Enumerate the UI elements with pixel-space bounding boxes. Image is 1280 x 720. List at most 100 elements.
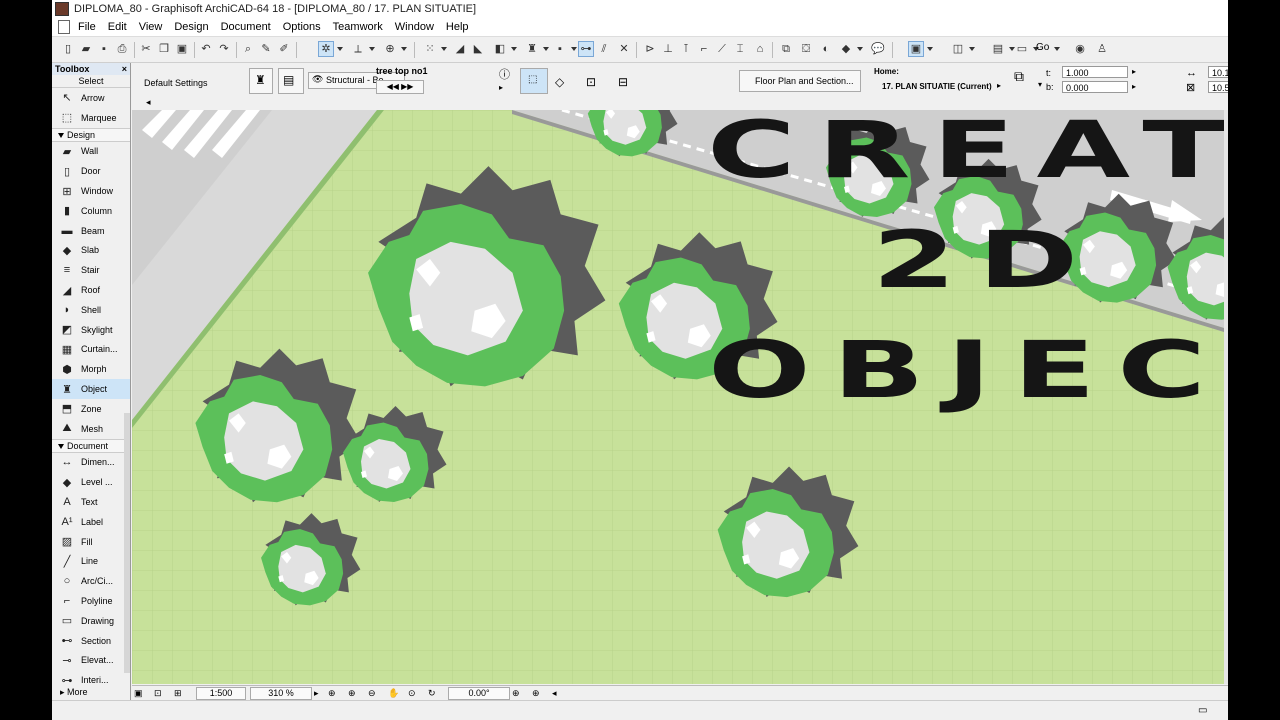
menu-edit[interactable]: Edit [102, 21, 133, 33]
dimension-marker-icon[interactable]: ⫽ [596, 41, 612, 57]
top-elevation-field[interactable]: 1.000 [1062, 66, 1128, 78]
walk-icon[interactable]: ♙ [1094, 41, 1110, 57]
redo-icon[interactable]: ↷ [216, 41, 232, 57]
print-icon[interactable]: ⎙ [114, 41, 130, 57]
zoom-fit-icon[interactable]: ⊕ [328, 687, 336, 699]
menu-file[interactable]: File [72, 21, 102, 33]
render-icon[interactable]: ◆ [838, 41, 854, 57]
menu-teamwork[interactable]: Teamwork [327, 21, 389, 33]
eyedropper-icon[interactable]: ✎ [258, 41, 274, 57]
navigator-icon[interactable]: ◉ [1072, 41, 1088, 57]
zoom-arrow-icon[interactable]: ▸ [314, 687, 319, 699]
layer-combination-icon[interactable]: ◧ [492, 41, 508, 57]
tool-elevation[interactable]: ⊸ Elevat... [52, 651, 130, 671]
layer-icon-button[interactable]: ▤ [278, 68, 304, 94]
menu-view[interactable]: View [133, 21, 169, 33]
cut-icon[interactable]: ✂ [138, 41, 154, 57]
angle-field[interactable]: 0.00° [448, 687, 510, 700]
tool-text[interactable]: A Text [52, 492, 130, 512]
copy-icon[interactable]: ❐ [156, 41, 172, 57]
tool-wall[interactable]: ▰ Wall [52, 142, 130, 162]
tool-roof[interactable]: ◢ Roof [52, 280, 130, 300]
rotated-icon[interactable]: ◇ [555, 75, 564, 89]
new-file-icon[interactable]: ▯ [60, 41, 76, 57]
syringe-icon[interactable]: ✐ [276, 41, 292, 57]
object-settings-button[interactable]: ♜ [249, 68, 273, 94]
zoom-previous-icon[interactable]: ⊙ [408, 687, 416, 699]
tool-slab[interactable]: ◆ Slab [52, 241, 130, 261]
show-selection-icon[interactable]: ⊶ [578, 41, 594, 57]
section-view-icon[interactable]: ⛋ [798, 41, 814, 57]
pen-set-icon[interactable]: ♜ [524, 41, 540, 57]
info-icon[interactable]: ⓘ [499, 66, 510, 82]
x-size-field[interactable]: 10.129 [1208, 66, 1228, 78]
comment-icon[interactable]: 💬 [870, 41, 886, 57]
zoom-in-icon[interactable]: ⊕ [348, 687, 356, 699]
tool-stair[interactable]: ≡ Stair [52, 260, 130, 280]
guide-line-icon[interactable]: ⟂ [350, 41, 366, 57]
fit-icon[interactable]: ⊞ [174, 687, 182, 699]
layout-icon[interactable]: ◫ [950, 41, 966, 57]
trace-icon[interactable]: ▪ [552, 41, 568, 57]
bottom-elevation-field[interactable]: 0.000 [1062, 81, 1128, 93]
paste-icon[interactable]: ▣ [174, 41, 190, 57]
geometry-method-button[interactable]: ⬚ [520, 68, 548, 94]
trim-icon[interactable]: ⊺ [678, 41, 694, 57]
tool-drawing[interactable]: ▭ Drawing [52, 611, 130, 631]
cancel-icon[interactable]: ✕ [616, 41, 632, 57]
tool-fill[interactable]: ▨ Fill [52, 532, 130, 552]
menu-design[interactable]: Design [168, 21, 214, 33]
split-icon[interactable]: ⟋ [714, 41, 730, 57]
tool-skylight[interactable]: ◩ Skylight [52, 320, 130, 340]
home-story[interactable]: 17. PLAN SITUATIE (Current) [882, 82, 992, 91]
vertical-scrollbar[interactable] [1224, 110, 1228, 684]
tool-shell[interactable]: ◗ Shell [52, 300, 130, 320]
tool-label[interactable]: A¹ Label [52, 512, 130, 532]
tool-beam[interactable]: ▬ Beam [52, 221, 130, 241]
save-icon[interactable]: ▪ [96, 41, 112, 57]
fillet-icon[interactable]: ⌐ [696, 41, 712, 57]
tool-dimension[interactable]: ↔ Dimen... [52, 453, 130, 473]
roof-gravity-icon[interactable]: ◣ [470, 41, 486, 57]
object-nav-buttons[interactable]: ◀◀ ▶▶ [376, 80, 424, 94]
tool-mesh[interactable]: ⛰ Mesh [52, 419, 130, 439]
tool-polyline[interactable]: ⌐ Polyline [52, 591, 130, 611]
y-size-field[interactable]: 10.510 [1208, 81, 1228, 93]
magic-wand-icon[interactable]: ✲ [318, 41, 334, 57]
zoom-angle-icon[interactable]: ⊕ [512, 687, 520, 699]
tool-zone[interactable]: ⬒ Zone [52, 399, 130, 419]
toolbox-scrollbar[interactable] [124, 413, 130, 673]
floor-plan-section-button[interactable]: Floor Plan and Section... [739, 70, 861, 92]
design-group-header[interactable]: Design [52, 127, 130, 142]
tool-column[interactable]: ▮ Column [52, 201, 130, 221]
tool-object[interactable]: ♜ Object [52, 379, 130, 399]
gravity-icon[interactable]: ◢ [452, 41, 468, 57]
more-tools-button[interactable]: ▸ More [52, 685, 130, 700]
floor-plan-icon[interactable]: ▣ [908, 41, 924, 57]
undo-icon[interactable]: ↶ [198, 41, 214, 57]
elevate-icon[interactable]: ⌂ [752, 41, 768, 57]
tool-marquee[interactable]: ⬚ Marquee [52, 108, 130, 128]
anchor-icon[interactable]: ⊡ [586, 75, 596, 89]
find-select-icon[interactable]: ⌕ [240, 41, 256, 57]
tool-curtain-wall[interactable]: ▦ Curtain... [52, 340, 130, 360]
intersect-icon[interactable]: ⊥ [660, 41, 676, 57]
menu-window[interactable]: Window [389, 21, 440, 33]
3d-view-icon[interactable]: ⧉ [778, 41, 794, 57]
menu-document[interactable]: Document [215, 21, 277, 33]
menu-options[interactable]: Options [277, 21, 327, 33]
mirror-icon[interactable]: ⊟ [618, 75, 628, 89]
tool-door[interactable]: ▯ Door [52, 161, 130, 181]
grid-snap-icon[interactable]: ⁙ [422, 41, 438, 57]
zoom-field[interactable]: 310 % [250, 687, 312, 700]
open-file-icon[interactable]: ▰ [78, 41, 94, 57]
tool-arc[interactable]: ○ Arc/Ci... [52, 571, 130, 591]
zoom-window-icon[interactable]: ⊡ [154, 687, 162, 699]
display-options-icon[interactable]: ▤ [990, 41, 1006, 57]
menu-help[interactable]: Help [440, 21, 475, 33]
tool-level-dimension[interactable]: ◆ Level ... [52, 472, 130, 492]
document-group-header[interactable]: Document [52, 438, 130, 453]
tool-line[interactable]: ╱ Line [52, 552, 130, 572]
scroll-left-icon[interactable]: ◂ [146, 97, 151, 108]
tool-window[interactable]: ⊞ Window [52, 181, 130, 201]
